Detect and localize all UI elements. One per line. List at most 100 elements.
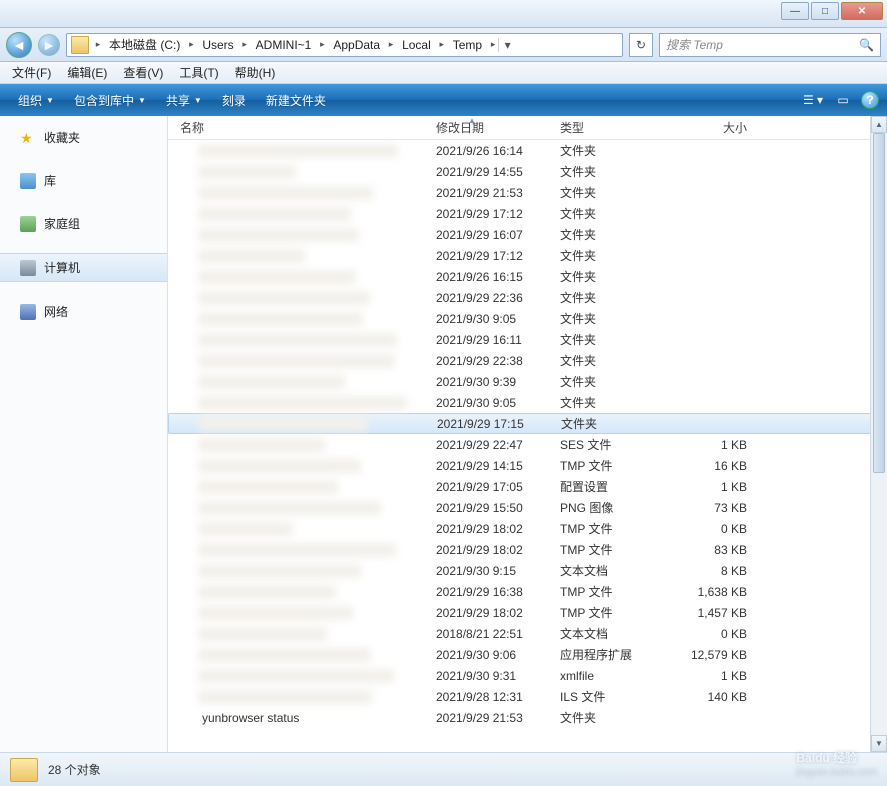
cell-name — [168, 564, 428, 578]
chevron-right-icon[interactable]: ▸ — [317, 39, 327, 50]
sidebar-item-homegroup[interactable]: 家庭组 — [0, 210, 167, 237]
cell-name — [168, 585, 428, 599]
table-row[interactable]: 2021/9/30 9:05文件夹 — [168, 308, 887, 329]
back-button[interactable]: ◄ — [6, 32, 32, 58]
cell-date: 2021/9/29 22:38 — [428, 354, 552, 368]
table-row[interactable]: yunbrowser status2021/9/29 21:53文件夹 — [168, 707, 887, 728]
table-row[interactable]: 2021/9/29 17:05配置设置1 KB — [168, 476, 887, 497]
cmd-include-library[interactable]: 包含到库中▼ — [64, 87, 156, 114]
address-dropdown[interactable]: ▾ — [498, 38, 516, 52]
preview-pane-button[interactable]: ▭ — [831, 90, 855, 110]
table-row[interactable]: 2021/9/29 18:02TMP 文件0 KB — [168, 518, 887, 539]
chevron-right-icon[interactable]: ▸ — [186, 39, 196, 50]
sidebar-item-network[interactable]: 网络 — [0, 298, 167, 325]
breadcrumb[interactable]: Users — [196, 34, 239, 56]
cell-date: 2021/9/30 9:31 — [428, 669, 552, 683]
cmd-organize[interactable]: 组织▼ — [8, 87, 64, 114]
breadcrumb[interactable]: Local — [396, 34, 437, 56]
table-row[interactable]: 2021/9/29 14:55文件夹 — [168, 161, 887, 182]
table-row[interactable]: 2021/9/29 16:38TMP 文件1,638 KB — [168, 581, 887, 602]
cell-name — [168, 354, 428, 368]
vertical-scrollbar[interactable]: ▲ ▼ — [870, 116, 887, 752]
table-row[interactable]: 2021/9/30 9:06应用程序扩展12,579 KB — [168, 644, 887, 665]
cell-name — [168, 186, 428, 200]
table-row[interactable]: 2021/9/30 9:15文本文档8 KB — [168, 560, 887, 581]
breadcrumb[interactable]: ADMINI~1 — [250, 34, 318, 56]
close-button[interactable]: ✕ — [841, 2, 883, 20]
menu-view[interactable]: 查看(V) — [115, 61, 171, 84]
chevron-right-icon[interactable]: ▸ — [240, 39, 250, 50]
table-row[interactable]: 2021/9/29 16:11文件夹 — [168, 329, 887, 350]
cell-type: 文件夹 — [552, 352, 666, 369]
scroll-up-button[interactable]: ▲ — [871, 116, 887, 133]
sidebar-item-libraries[interactable]: 库 — [0, 167, 167, 194]
cmd-new-folder[interactable]: 新建文件夹 — [256, 87, 336, 114]
table-row[interactable]: 2021/9/29 18:02TMP 文件83 KB — [168, 539, 887, 560]
table-row[interactable]: 2021/9/29 15:50PNG 图像73 KB — [168, 497, 887, 518]
cell-date: 2021/9/29 22:47 — [428, 438, 552, 452]
cell-date: 2021/9/29 16:38 — [428, 585, 552, 599]
titlebar: — □ ✕ — [0, 0, 887, 28]
breadcrumb[interactable]: AppData — [327, 34, 386, 56]
table-row[interactable]: 2021/9/29 22:47SES 文件1 KB — [168, 434, 887, 455]
sidebar-item-favorites[interactable]: ★收藏夹 — [0, 124, 167, 151]
chevron-right-icon[interactable]: ▸ — [386, 39, 396, 50]
search-input[interactable]: 搜索 Temp 🔍 — [659, 33, 881, 57]
table-row[interactable]: 2021/9/29 17:15文件夹 — [168, 413, 887, 434]
table-row[interactable]: 2021/9/29 14:15TMP 文件16 KB — [168, 455, 887, 476]
breadcrumb[interactable]: Temp — [447, 34, 488, 56]
menu-help[interactable]: 帮助(H) — [227, 61, 284, 84]
chevron-right-icon[interactable]: ▸ — [437, 39, 447, 50]
table-row[interactable]: 2021/9/29 18:02TMP 文件1,457 KB — [168, 602, 887, 623]
table-row[interactable]: 2021/9/29 16:07文件夹 — [168, 224, 887, 245]
cell-date: 2021/9/30 9:15 — [428, 564, 552, 578]
column-header-name[interactable]: 名称 — [168, 119, 428, 136]
cmd-share[interactable]: 共享▼ — [156, 87, 212, 114]
table-row[interactable]: 2021/9/30 9:05文件夹 — [168, 392, 887, 413]
minimize-button[interactable]: — — [781, 2, 809, 20]
cell-type: 文本文档 — [552, 625, 666, 642]
maximize-button[interactable]: □ — [811, 2, 839, 20]
scroll-down-button[interactable]: ▼ — [871, 735, 887, 752]
cell-date: 2021/9/29 18:02 — [428, 543, 552, 557]
help-button[interactable]: ? — [861, 91, 879, 109]
sidebar-item-computer[interactable]: 计算机 — [0, 253, 167, 282]
view-options-button[interactable]: ☰ ▾ — [801, 90, 825, 110]
address-bar[interactable]: ▸ 本地磁盘 (C:) ▸ Users ▸ ADMINI~1 ▸ AppData… — [66, 33, 623, 57]
cell-date: 2021/9/29 21:53 — [428, 711, 552, 725]
folder-icon — [10, 758, 38, 782]
table-row[interactable]: 2018/8/21 22:51文本文档0 KB — [168, 623, 887, 644]
refresh-button[interactable]: ↻ — [629, 33, 653, 57]
cmd-burn[interactable]: 刻录 — [212, 87, 256, 114]
cell-size: 1 KB — [666, 438, 766, 452]
sidebar-item-label: 网络 — [44, 303, 68, 320]
cell-type: 文件夹 — [552, 205, 666, 222]
cell-date: 2021/9/29 17:12 — [428, 249, 552, 263]
table-row[interactable]: 2021/9/29 22:38文件夹 — [168, 350, 887, 371]
table-row[interactable]: 2021/9/30 9:31xmlfile1 KB — [168, 665, 887, 686]
menu-tools[interactable]: 工具(T) — [171, 61, 226, 84]
table-row[interactable]: 2021/9/29 17:12文件夹 — [168, 245, 887, 266]
chevron-right-icon[interactable]: ▸ — [488, 39, 498, 50]
cell-date: 2021/9/29 18:02 — [428, 522, 552, 536]
cell-type: 文件夹 — [552, 709, 666, 726]
table-row[interactable]: 2021/9/30 9:39文件夹 — [168, 371, 887, 392]
column-headers: ▲ 名称 修改日期 类型 大小 — [168, 116, 887, 140]
column-header-date[interactable]: 修改日期 — [428, 119, 552, 136]
table-row[interactable]: 2021/9/28 12:31ILS 文件140 KB — [168, 686, 887, 707]
forward-button[interactable]: ► — [38, 34, 60, 56]
table-row[interactable]: 2021/9/29 21:53文件夹 — [168, 182, 887, 203]
chevron-right-icon[interactable]: ▸ — [93, 39, 103, 50]
scrollbar-thumb[interactable] — [873, 133, 885, 473]
menu-edit[interactable]: 编辑(E) — [59, 61, 115, 84]
column-header-type[interactable]: 类型 — [552, 119, 666, 136]
column-header-size[interactable]: 大小 — [666, 119, 766, 136]
table-row[interactable]: 2021/9/29 17:12文件夹 — [168, 203, 887, 224]
cell-name — [168, 606, 428, 620]
table-row[interactable]: 2021/9/29 22:36文件夹 — [168, 287, 887, 308]
cell-size: 1 KB — [666, 480, 766, 494]
table-row[interactable]: 2021/9/26 16:14文件夹 — [168, 140, 887, 161]
table-row[interactable]: 2021/9/26 16:15文件夹 — [168, 266, 887, 287]
breadcrumb[interactable]: 本地磁盘 (C:) — [103, 34, 186, 56]
menu-file[interactable]: 文件(F) — [4, 61, 59, 84]
